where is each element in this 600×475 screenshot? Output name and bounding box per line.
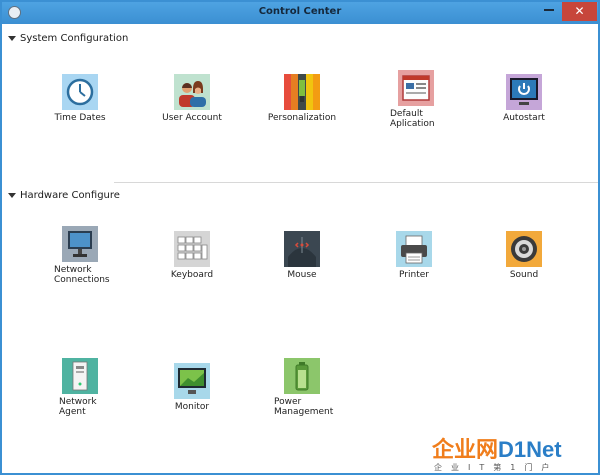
item-autostart[interactable]: Autostart — [476, 74, 572, 123]
item-label: Mouse — [287, 270, 317, 280]
item-label: Default Aplication — [368, 109, 464, 129]
label-line-2: Agent — [59, 407, 86, 417]
label-line-2: Aplication — [390, 119, 435, 129]
item-personalization[interactable]: Personalization — [254, 74, 350, 123]
content-area: System Configuration Time Dates User Acc… — [2, 24, 598, 473]
minimize-button[interactable] — [538, 2, 560, 22]
item-mouse[interactable]: Mouse — [254, 231, 350, 280]
item-label: Printer — [399, 270, 429, 280]
section-divider — [114, 182, 598, 183]
mouse-icon — [284, 231, 320, 267]
item-default-application[interactable]: Default Aplication — [368, 70, 464, 129]
title-bar[interactable]: Control Center ✕ — [2, 2, 598, 24]
label-line-1: Network — [59, 397, 97, 407]
item-user-account[interactable]: User Account — [144, 74, 240, 123]
item-label: Personalization — [267, 113, 337, 123]
collapse-triangle-icon — [8, 36, 16, 41]
item-sound[interactable]: Sound — [476, 231, 572, 280]
item-keyboard[interactable]: Keyboard — [144, 231, 240, 280]
power-icon — [506, 74, 542, 110]
close-button[interactable]: ✕ — [562, 2, 597, 21]
item-label: Keyboard — [170, 270, 214, 280]
speaker-icon — [506, 231, 542, 267]
window-title: Control Center — [258, 6, 342, 17]
item-label: Monitor — [174, 402, 210, 412]
section-header-hardware[interactable]: Hardware Configure — [8, 190, 120, 201]
section-title: System Configuration — [20, 33, 129, 44]
printer-icon — [396, 231, 432, 267]
label-line-2: Connections — [54, 275, 110, 285]
item-monitor[interactable]: Monitor — [144, 363, 240, 412]
item-time-dates[interactable]: Time Dates — [32, 74, 128, 123]
control-center-window: Control Center ✕ System Configuration Ti… — [0, 0, 600, 475]
item-label: Network Agent — [32, 397, 128, 417]
item-label: Autostart — [503, 113, 545, 123]
users-icon — [174, 74, 210, 110]
network-agent-icon — [62, 358, 98, 394]
item-label: Network Connections — [32, 265, 128, 285]
network-icon — [62, 226, 98, 262]
item-network-connections[interactable]: Network Connections — [32, 226, 128, 285]
label-line-1: Default — [390, 109, 423, 119]
item-network-agent[interactable]: Network Agent — [32, 358, 128, 417]
watermark-subtitle: 企业IT第1门户 — [434, 463, 559, 472]
watermark-brand: 企业网D1Net — [432, 432, 562, 464]
palette-icon — [284, 74, 320, 110]
item-label: User Account — [162, 113, 222, 123]
keyboard-icon — [174, 231, 210, 267]
item-power-management[interactable]: Power Management — [254, 358, 350, 417]
label-line-1: Power — [274, 397, 302, 407]
item-label: Sound — [509, 270, 539, 280]
section-header-system[interactable]: System Configuration — [8, 33, 128, 44]
watermark-brand-cn: 企业网 — [432, 437, 499, 462]
watermark-brand-en: D1Net — [498, 437, 562, 462]
clock-icon — [62, 74, 98, 110]
item-printer[interactable]: Printer — [366, 231, 462, 280]
default-app-icon — [398, 70, 434, 106]
item-label: Time Dates — [54, 113, 106, 123]
label-line-2: Management — [274, 407, 334, 417]
item-label: Power Management — [254, 397, 350, 417]
minimize-icon — [544, 9, 554, 11]
battery-icon — [284, 358, 320, 394]
collapse-triangle-icon — [8, 193, 16, 198]
monitor-icon — [174, 363, 210, 399]
section-title: Hardware Configure — [20, 190, 120, 201]
label-line-1: Network — [54, 265, 92, 275]
site-watermark: 企业网D1Net 企业IT第1门户 — [432, 432, 597, 472]
